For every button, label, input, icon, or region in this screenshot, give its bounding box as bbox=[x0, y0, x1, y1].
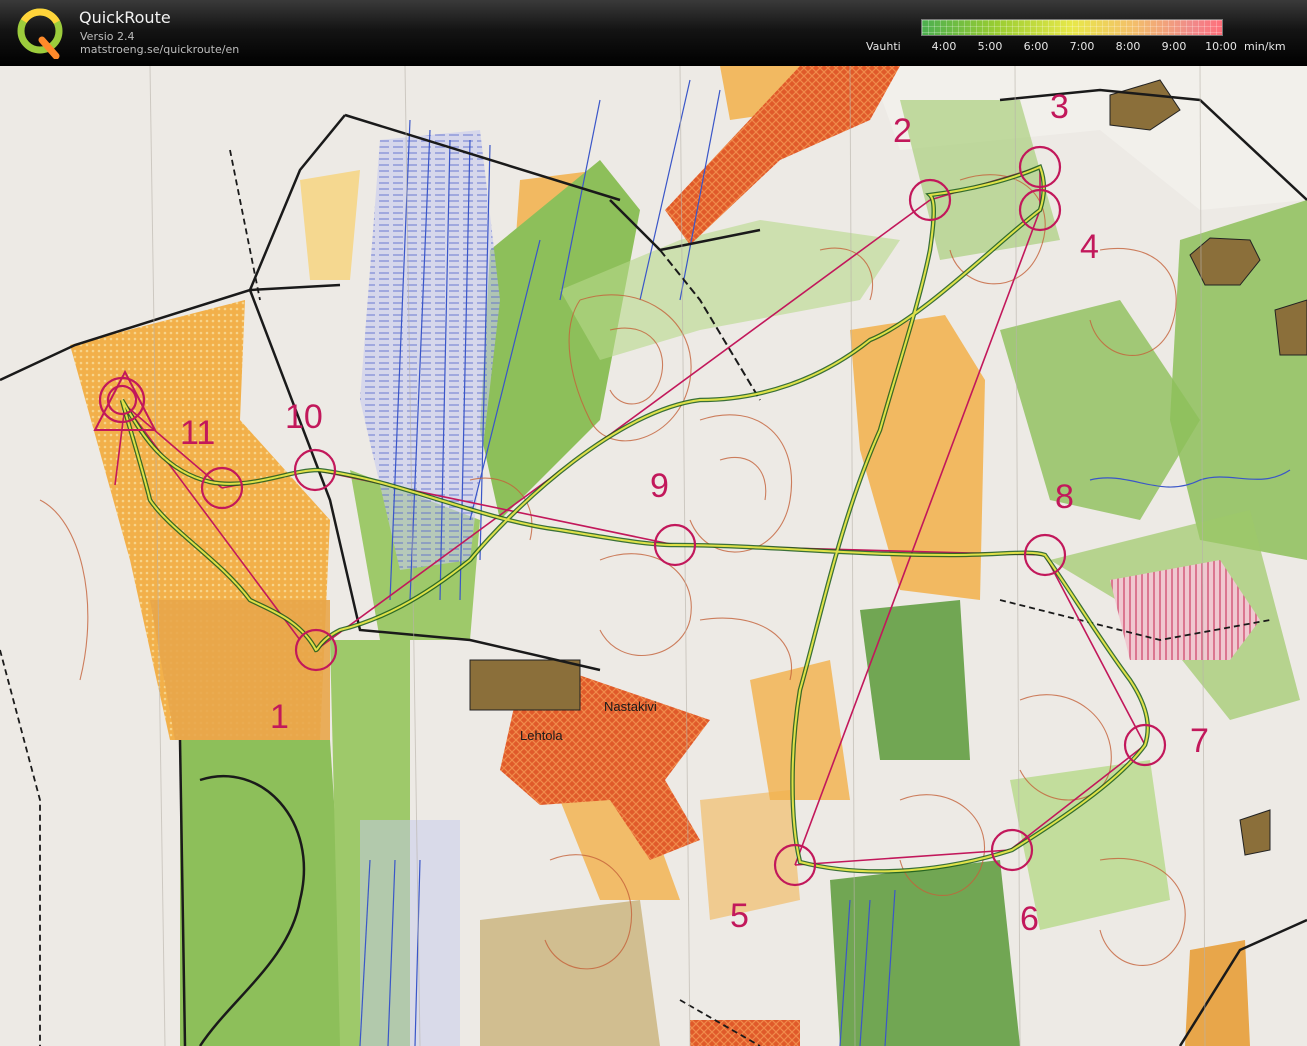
control-label-5: 5 bbox=[730, 897, 749, 935]
control-label-9: 9 bbox=[650, 467, 669, 505]
pace-tick: 10:00 bbox=[1205, 40, 1237, 53]
control-label-8: 8 bbox=[1055, 478, 1074, 516]
pace-label: Vauhti bbox=[866, 40, 901, 53]
pace-tick: 8:00 bbox=[1115, 40, 1141, 53]
orienteering-map[interactable]: 1 2 3 4 5 6 7 8 9 10 11 Nastakivi Lehtol… bbox=[0, 66, 1307, 1046]
pace-tick: 5:00 bbox=[977, 40, 1003, 53]
pace-unit: min/km bbox=[1244, 40, 1286, 53]
control-label-1: 1 bbox=[270, 698, 289, 736]
control-label-3: 3 bbox=[1050, 88, 1069, 126]
place-name-nastakivi: Nastakivi bbox=[604, 699, 657, 714]
control-label-6: 6 bbox=[1020, 900, 1039, 938]
control-label-7: 7 bbox=[1190, 722, 1209, 760]
place-name-lehtola: Lehtola bbox=[520, 728, 563, 743]
app-url[interactable]: matstroeng.se/quickroute/en bbox=[80, 43, 239, 56]
app-title: QuickRoute bbox=[79, 8, 171, 27]
pace-tick: 4:00 bbox=[931, 40, 957, 53]
pace-color-scale bbox=[921, 19, 1223, 36]
app-version: Versio 2.4 bbox=[80, 30, 135, 43]
quickroute-q-logo-icon bbox=[17, 8, 63, 59]
pace-tick: 9:00 bbox=[1161, 40, 1187, 53]
control-label-2: 2 bbox=[893, 112, 912, 150]
title-bar: QuickRoute Versio 2.4 matstroeng.se/quic… bbox=[0, 0, 1307, 66]
pace-tick: 7:00 bbox=[1069, 40, 1095, 53]
control-label-11: 11 bbox=[180, 414, 215, 452]
control-label-10: 10 bbox=[285, 398, 323, 436]
control-label-4: 4 bbox=[1080, 228, 1099, 266]
pace-tick: 6:00 bbox=[1023, 40, 1049, 53]
